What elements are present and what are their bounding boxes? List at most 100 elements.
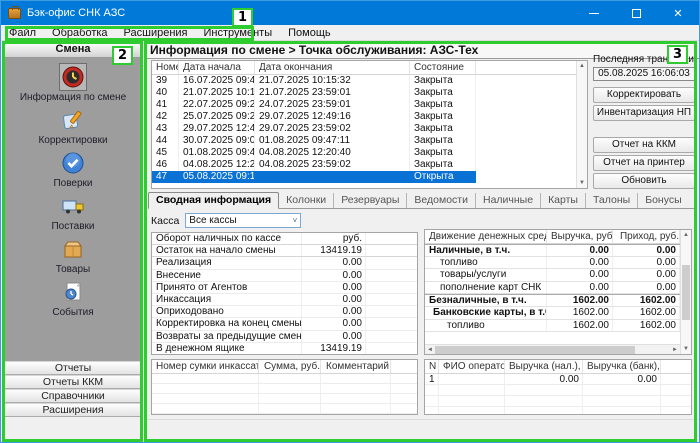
scroll-up-icon[interactable]: ▲ (683, 230, 689, 240)
tab-pumps[interactable]: Колонки (279, 193, 334, 208)
table-row[interactable]: 4705.08.2025 09:15:02Открыта (152, 171, 587, 183)
sidebar-item-deliveries[interactable]: Поставки (3, 192, 143, 235)
table-row: Корректировка на конец смены0.00 (152, 318, 417, 330)
column-header[interactable]: Дата начала (179, 61, 255, 74)
tab-tanks[interactable]: Резервуары (334, 193, 407, 208)
last-transaction-value: 05.08.2025 16:06:03 (593, 67, 695, 81)
table-cell: Банковские карты, в т.ч. (425, 307, 547, 319)
table-cell: 1602.00 (613, 307, 680, 319)
sidebar-item-checks[interactable]: Поверки (3, 149, 143, 192)
table-cell: 04.08.2025 12:20:40 (255, 147, 410, 159)
table-row[interactable]: 3916.07.2025 09:40:2621.07.2025 10:15:32… (152, 75, 587, 87)
table-cell: 0.00 (302, 331, 366, 342)
minimize-button[interactable] (573, 1, 615, 25)
scroll-down-icon[interactable]: ▼ (683, 344, 689, 354)
table-cell: топливо (425, 257, 547, 269)
sidebar-header: Смена (3, 41, 143, 58)
menu-help[interactable]: Помощь (280, 27, 339, 39)
tab-statements[interactable]: Ведомости (407, 193, 476, 208)
table-cell (259, 404, 321, 413)
menu-file[interactable]: Файл (1, 27, 44, 39)
menu-bar: Файл Обработка Расширения Инструменты По… (1, 25, 699, 41)
table-cell: 0.00 (302, 282, 366, 293)
kassa-select[interactable]: Все кассы ˅ (185, 213, 301, 228)
table-cell: 30.07.2025 09:02:26 (179, 135, 255, 147)
table-row[interactable]: 4122.07.2025 09:23:1424.07.2025 23:59:01… (152, 99, 587, 111)
column-header[interactable]: Номер (152, 61, 179, 74)
sidebar-group-reports[interactable]: Отчеты (3, 361, 143, 375)
sidebar-group-extensions[interactable]: Расширения (3, 403, 143, 417)
table-row: Наличные, в т.ч.0.000.00 (425, 244, 680, 257)
sidebar-item-label: Информация по смене (20, 92, 126, 103)
close-button[interactable]: ✕ (657, 1, 699, 25)
menu-processing[interactable]: Обработка (44, 27, 115, 39)
scrollbar-thumb[interactable] (682, 265, 690, 320)
tab-cash[interactable]: Наличные (476, 193, 541, 208)
sidebar-item-events[interactable]: События (3, 278, 143, 321)
sidebar-item-goods[interactable]: Товары (3, 235, 143, 278)
table-row[interactable]: 4021.07.2025 10:15:5721.07.2025 23:59:01… (152, 87, 587, 99)
menu-tools[interactable]: Инструменты (196, 27, 281, 39)
table-cell (321, 384, 391, 393)
money-flow-header: Движение денежных средств Выручка, руб. … (425, 230, 680, 244)
column-header: Выручка, руб. (547, 230, 613, 243)
maximize-button[interactable] (615, 1, 657, 25)
table-row (152, 374, 417, 384)
app-window: Бэк-офис СНК АЗС ✕ Файл Обработка Расшир… (0, 0, 700, 443)
sidebar-group-directories[interactable]: Справочники (3, 389, 143, 403)
money-flow-hscrollbar[interactable]: ◄► (425, 344, 680, 354)
table-row[interactable]: 4501.08.2025 09:47:4004.08.2025 12:20:40… (152, 147, 587, 159)
scroll-up-icon[interactable]: ▲ (579, 61, 585, 71)
table-cell: 0.00 (302, 257, 366, 268)
table-row: Оборот наличных по кассе руб. (152, 233, 417, 245)
tab-coupons[interactable]: Талоны (586, 193, 638, 208)
table-cell: 13419.19 (302, 245, 366, 256)
money-flow-vscrollbar[interactable]: ▲▼ (680, 230, 691, 354)
sidebar-item-shift-info[interactable]: Информация по смене (3, 63, 143, 106)
table-cell: Закрыта (410, 159, 476, 171)
report-kkm-button[interactable]: Отчет на ККМ (593, 137, 695, 153)
scroll-down-icon[interactable]: ▼ (579, 178, 585, 188)
table-row[interactable]: 4430.07.2025 09:02:2601.08.2025 09:47:11… (152, 135, 587, 147)
table-row[interactable]: 4604.08.2025 12:21:0904.08.2025 23:59:02… (152, 159, 587, 171)
menu-extensions[interactable]: Расширения (116, 27, 196, 39)
table-cell (425, 407, 439, 415)
report-printer-button[interactable]: Отчет на принтер (593, 155, 695, 171)
table-cell (152, 374, 259, 383)
table-cell: 1602.00 (547, 307, 613, 319)
table-cell: 39 (152, 75, 179, 87)
table-row: Банковские карты, в т.ч.1602.001602.00 (425, 307, 680, 320)
table-cell: 45 (152, 147, 179, 159)
table-row: Оприходовано0.00 (152, 306, 417, 318)
scroll-right-icon[interactable]: ► (672, 347, 678, 353)
column-header[interactable]: Состояние (410, 61, 476, 74)
operators-table: N ФИО оператора Выручка (нал.), руб. Выр… (424, 359, 692, 415)
correct-button[interactable]: Корректировать (593, 87, 695, 103)
shift-table-scrollbar[interactable]: ▲▼ (576, 61, 587, 188)
table-cell: Инкассация (152, 294, 302, 305)
money-flow-table: Движение денежных средств Выручка, руб. … (424, 229, 692, 355)
sidebar-item-label: Товары (56, 264, 90, 275)
sidebar-item-corrections[interactable]: Корректировки (3, 106, 143, 149)
scrollbar-thumb[interactable] (435, 346, 635, 354)
column-header[interactable]: Дата окончания (255, 61, 410, 74)
sidebar-item-label: Поставки (51, 221, 94, 232)
scroll-left-icon[interactable]: ◄ (427, 347, 433, 353)
table-row[interactable]: 4329.07.2025 12:49:2729.07.2025 23:59:02… (152, 123, 587, 135)
sidebar-group-kkm-reports[interactable]: Отчеты ККМ (3, 375, 143, 389)
table-cell: Корректировка на конец смены (152, 318, 302, 329)
tab-bonuses[interactable]: Бонусы (638, 193, 688, 208)
table-row[interactable]: 4225.07.2025 09:22:4429.07.2025 12:49:16… (152, 111, 587, 123)
tab-cards[interactable]: Карты (541, 193, 586, 208)
sidebar-item-label: События (52, 307, 93, 318)
table-cell: Остаток на начало смены (152, 245, 302, 256)
refresh-button[interactable]: Обновить (593, 173, 695, 189)
tab-summary[interactable]: Сводная информация (148, 192, 279, 209)
table-cell (321, 394, 391, 403)
inventory-button[interactable]: Инвентаризация НП (593, 105, 695, 121)
table-cell: 44 (152, 135, 179, 147)
shift-table-header: Номер Дата начала Дата окончания Состоян… (152, 61, 587, 75)
table-row (425, 385, 691, 396)
table-cell: Внесение (152, 270, 302, 281)
table-cell: Безналичные, в т.ч. (425, 295, 547, 306)
